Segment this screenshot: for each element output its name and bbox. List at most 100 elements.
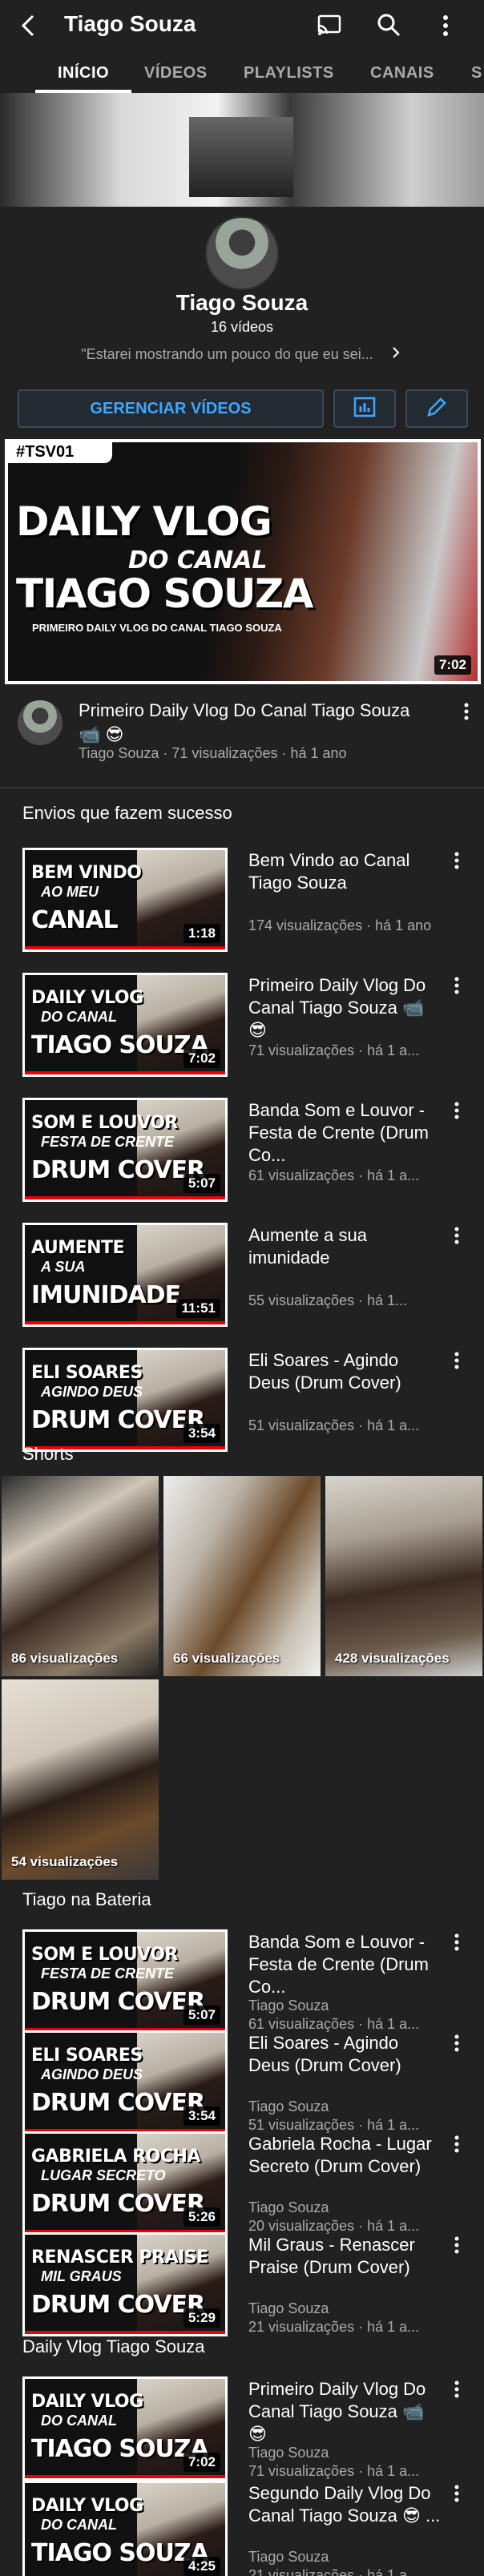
video-title[interactable]: Mil Graus - Renascer Praise (Drum Cover) xyxy=(248,2234,441,2279)
thumbnail-line2: DO CANAL xyxy=(41,2413,117,2429)
thumbnail-line2: AGINDO DEUS xyxy=(41,1384,143,1400)
video-thumbnail[interactable]: ELI SOARES AGINDO DEUS DRUM COVER 3:54 xyxy=(22,2030,228,2135)
more-vert-icon[interactable] xyxy=(458,700,474,723)
video-thumbnail[interactable]: AUMENTE A SUA IMUNIDADE 11:51 xyxy=(22,1223,228,1327)
thumbnail-line1: BEM VINDO xyxy=(31,863,142,883)
section-title-popular[interactable]: Envios que fazem sucesso xyxy=(22,803,232,824)
cast-icon[interactable] xyxy=(316,13,343,38)
featured-video-thumbnail[interactable]: #TSV01 DAILY VLOG DO CANAL TIAGO SOUZA P… xyxy=(5,439,481,684)
thumbnail-line2: FESTA DE CRENTE xyxy=(41,1134,175,1150)
video-title[interactable]: Banda Som e Louvor - Festa de Crente (Dr… xyxy=(248,1099,441,1167)
tab-videos[interactable]: VÍDEOS xyxy=(144,64,208,83)
short-item[interactable]: 86 visualizações xyxy=(2,1476,159,1676)
more-vert-icon[interactable] xyxy=(449,2032,465,2054)
video-count: 16 vídeos xyxy=(210,319,274,335)
video-thumbnail[interactable]: SOM E LOUVOR FESTA DE CRENTE DRUM COVER 5:0… xyxy=(22,1098,228,1202)
thumbnail-line1: ELI SOARES xyxy=(31,1363,143,1383)
more-vert-icon[interactable] xyxy=(449,1099,465,1122)
video-duration: 11:51 xyxy=(176,1299,220,1318)
video-title[interactable]: Eli Soares - Agindo Deus (Drum Cover) xyxy=(248,2032,441,2077)
more-vert-icon[interactable] xyxy=(449,2378,465,2401)
video-thumbnail[interactable]: SOM E LOUVOR FESTA DE CRENTE DRUM COVER 5:0… xyxy=(22,1929,228,2034)
channel-description-text: "Estarei mostrando um pouco do que eu se… xyxy=(81,346,373,362)
tab-more[interactable]: S xyxy=(471,64,482,83)
app-header: Tiago Souza xyxy=(0,0,484,51)
video-duration: 5:07 xyxy=(183,2006,220,2025)
thumbnail-line3: DRUM COVER xyxy=(31,1406,205,1434)
section-title-vlog[interactable]: Daily Vlog Tiago Souza xyxy=(22,2336,204,2357)
thumbnail-line3: DRUM COVER xyxy=(31,1988,205,2016)
video-thumbnail[interactable]: DAILY VLOG DO CANAL TIAGO SOUZA 4:25 xyxy=(22,2481,228,2576)
watch-progress-bar xyxy=(25,1071,225,1074)
more-vert-icon[interactable] xyxy=(449,849,465,872)
watch-progress-bar xyxy=(25,1196,225,1199)
more-vert-icon[interactable] xyxy=(449,1224,465,1247)
video-duration: 3:54 xyxy=(183,1424,220,1443)
back-arrow-icon[interactable] xyxy=(16,13,42,38)
more-vert-icon[interactable] xyxy=(449,2482,465,2505)
thumbnail-line3: TIAGO SOUZA xyxy=(31,1031,209,1059)
video-thumbnail[interactable]: BEM VINDO AO MEU CANAL 1:18 xyxy=(22,848,228,952)
analytics-button[interactable] xyxy=(333,389,396,428)
short-item[interactable]: 54 visualizações xyxy=(2,1679,159,1880)
video-title[interactable]: Gabriela Rocha - Lugar Secreto (Drum Cov… xyxy=(248,2133,441,2178)
video-duration: 5:29 xyxy=(183,2308,220,2328)
section-title-bateria[interactable]: Tiago na Bateria xyxy=(22,1889,151,1910)
thumbnail-line1: DAILY VLOG xyxy=(31,2392,143,2412)
featured-line3: TIAGO SOUZA xyxy=(16,570,313,617)
search-icon[interactable] xyxy=(375,11,402,38)
more-vert-icon[interactable] xyxy=(449,1931,465,1953)
thumbnail-line2: FESTA DE CRENTE xyxy=(41,1965,175,1981)
video-thumbnail[interactable]: DAILY VLOG DO CANAL TIAGO SOUZA 7:02 xyxy=(22,2376,228,2481)
video-title[interactable]: Primeiro Daily Vlog Do Canal Tiago Souza… xyxy=(248,974,441,1042)
video-title[interactable]: Bem Vindo ao Canal Tiago Souza xyxy=(248,849,441,894)
video-channel: Tiago Souza xyxy=(248,1998,329,2014)
video-meta: 61 visualizações · há 1 a... xyxy=(248,1167,420,1183)
tab-playlists[interactable]: PLAYLISTS xyxy=(244,64,334,83)
video-thumbnail[interactable]: RENASCER PRAISE MIL GRAUS DRUM COVER 5:29 xyxy=(22,2232,228,2336)
video-title[interactable]: Eli Soares - Agindo Deus (Drum Cover) xyxy=(248,1349,441,1394)
video-title[interactable]: Segundo Daily Vlog Do Canal Tiago Souza … xyxy=(248,2482,441,2527)
channel-description[interactable]: "Estarei mostrando um pouco do que eu se… xyxy=(64,346,417,363)
video-thumbnail[interactable]: ELI SOARES AGINDO DEUS DRUM COVER 3:54 xyxy=(22,1348,228,1452)
video-title[interactable]: Primeiro Daily Vlog Do Canal Tiago Souza… xyxy=(248,2378,441,2445)
video-title[interactable]: Banda Som e Louvor - Festa de Crente (Dr… xyxy=(248,1931,441,1998)
thumbnail-line2: MIL GRAUS xyxy=(41,2268,122,2284)
more-vert-icon[interactable] xyxy=(449,2234,465,2256)
video-meta: 174 visualizações · há 1 ano xyxy=(248,917,432,933)
featured-channel-avatar[interactable] xyxy=(18,700,63,745)
video-title[interactable]: Aumente a sua imunidade xyxy=(248,1224,441,1269)
video-duration: 7:02 xyxy=(183,2453,220,2472)
channel-avatar xyxy=(205,216,279,290)
watch-progress-bar xyxy=(25,1321,225,1324)
video-meta: 51 visualizações · há 1 a... xyxy=(248,1417,420,1433)
video-thumbnail[interactable]: GABRIELA ROCHA LUGAR SECRETO DRUM COVER 5:2… xyxy=(22,2131,228,2235)
chevron-right-icon xyxy=(392,346,400,362)
video-meta: 51 visualizações · há 1 a... xyxy=(248,2117,420,2133)
featured-video-title[interactable]: Primeiro Daily Vlog Do Canal Tiago Souza… xyxy=(79,699,431,747)
more-vert-icon[interactable] xyxy=(449,1349,465,1372)
channel-name: Tiago Souza xyxy=(175,290,309,315)
edit-channel-button[interactable] xyxy=(405,389,468,428)
tab-canais[interactable]: CANAIS xyxy=(370,64,434,83)
manage-videos-button[interactable]: GERENCIAR VÍDEOS xyxy=(18,389,324,428)
featured-caption: PRIMEIRO DAILY VLOG DO CANAL TIAGO SOUZA xyxy=(32,622,282,634)
more-vert-icon[interactable] xyxy=(449,974,465,997)
thumbnail-line1: SOM E LOUVOR xyxy=(31,1945,178,1965)
thumbnail-line3: DRUM COVER xyxy=(31,2089,205,2117)
tab-inicio[interactable]: INÍCIO xyxy=(58,64,109,83)
thumbnail-line2: A SUA xyxy=(41,1259,86,1275)
thumbnail-line3: DRUM COVER xyxy=(31,1156,205,1184)
more-vert-icon[interactable] xyxy=(449,2133,465,2155)
thumbnail-line3: DRUM COVER xyxy=(31,2291,205,2319)
more-vert-icon[interactable] xyxy=(436,13,455,38)
section-title-shorts[interactable]: Shorts xyxy=(22,1444,74,1465)
short-item[interactable]: 428 visualizações xyxy=(325,1476,482,1676)
video-meta: 21 visualizações · há 1 a... xyxy=(248,2567,420,2576)
video-duration: 5:26 xyxy=(183,2207,220,2227)
video-duration: 5:07 xyxy=(183,1174,220,1193)
video-thumbnail[interactable]: DAILY VLOG DO CANAL TIAGO SOUZA 7:02 xyxy=(22,973,228,1077)
video-meta: 71 visualizações · há 1 a... xyxy=(248,2463,420,2479)
video-meta: 21 visualizações · há 1 a... xyxy=(248,2319,420,2335)
short-item[interactable]: 66 visualizações xyxy=(163,1476,321,1676)
